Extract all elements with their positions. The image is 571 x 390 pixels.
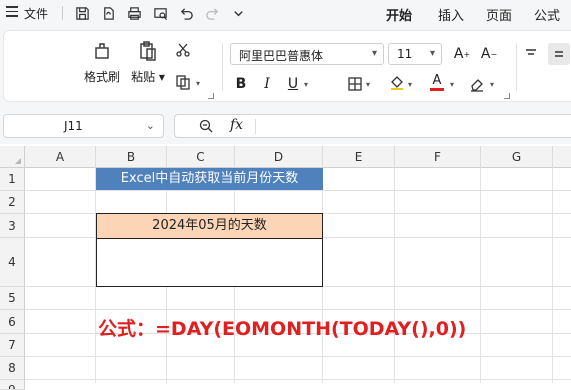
gridline — [552, 168, 553, 383]
chevron-down-icon: ▾ — [429, 48, 435, 59]
print-icon[interactable] — [124, 3, 144, 23]
row-header[interactable]: 5 — [0, 287, 25, 310]
decrease-font-size-icon[interactable]: A − — [478, 43, 500, 65]
cut-icon[interactable] — [172, 39, 194, 61]
export-pdf-icon[interactable] — [98, 3, 118, 23]
clipboard-settings-icon[interactable] — [208, 93, 214, 99]
bold-icon[interactable]: B — [230, 73, 252, 95]
paste-icon — [140, 41, 156, 61]
chevron-down-icon[interactable]: ▾ — [196, 79, 200, 88]
divider — [62, 6, 63, 20]
formula-input[interactable]: fx — [174, 114, 571, 138]
column-header[interactable]: F — [395, 146, 481, 168]
paste-button[interactable]: 粘贴 ▾ — [126, 37, 170, 91]
tab-page[interactable]: 页面 — [486, 5, 512, 24]
font-name-select[interactable]: 阿里巴巴普惠体 ▾ — [230, 43, 384, 65]
menu-bar: 文件 开始 插入 页面 公式 — [0, 0, 571, 28]
chevron-down-icon[interactable]: ⌄ — [146, 119, 155, 132]
column-header[interactable] — [553, 146, 571, 168]
days-result-cell[interactable] — [96, 238, 323, 287]
file-menu[interactable]: 文件 — [24, 5, 48, 22]
row-header[interactable]: 8 — [0, 357, 25, 380]
chevron-down-icon[interactable]: ▾ — [304, 80, 308, 89]
tab-insert[interactable]: 插入 — [438, 5, 464, 24]
borders-icon[interactable] — [344, 73, 366, 95]
row-header[interactable]: 7 — [0, 334, 25, 357]
print-preview-icon[interactable] — [150, 3, 170, 23]
formula-note: 公式：=DAY(EOMONTH(TODAY(),0)) — [98, 318, 467, 340]
select-all-button[interactable] — [0, 146, 25, 168]
column-header[interactable]: G — [481, 146, 553, 168]
chevron-down-icon[interactable]: ▾ — [450, 80, 454, 89]
underline-icon[interactable]: U — [282, 73, 304, 95]
format-painter-button[interactable]: 格式刷 — [80, 37, 124, 91]
days-header-cell[interactable]: 2024年05月的天数 — [96, 213, 323, 239]
zoom-icon[interactable] — [199, 119, 213, 133]
chevron-down-icon[interactable]: ▾ — [408, 80, 412, 89]
title-cell[interactable]: Excel中自动获取当前月份天数 — [96, 168, 323, 190]
formula-bar: J11 ⌄ fx — [0, 108, 571, 144]
column-header[interactable]: D — [235, 146, 323, 168]
cell-reference: J11 — [64, 119, 83, 133]
column-header[interactable]: C — [167, 146, 235, 168]
divider — [255, 119, 256, 134]
increase-font-size-icon[interactable]: A + — [451, 43, 473, 65]
gridline — [25, 309, 571, 310]
gridline — [25, 356, 571, 357]
font-color-icon[interactable]: A — [426, 71, 448, 93]
fx-icon[interactable]: fx — [230, 117, 243, 133]
font-name-value: 阿里巴巴普惠体 — [239, 49, 324, 63]
row-header[interactable]: 2 — [0, 191, 25, 214]
undo-icon[interactable] — [176, 3, 196, 23]
tab-formula[interactable]: 公式 — [534, 5, 560, 24]
name-box[interactable]: J11 ⌄ — [3, 114, 164, 138]
ribbon: 格式刷 粘贴 ▾ ▾ 阿里巴巴普惠体 ▾ 11 ▾ A + A − B I U ▾ — [3, 30, 571, 102]
menu-icon[interactable] — [6, 6, 18, 18]
ribbon-area: 格式刷 粘贴 ▾ ▾ 阿里巴巴普惠体 ▾ 11 ▾ A + A − B I U ▾ — [0, 26, 571, 108]
row-header[interactable]: 6 — [0, 310, 25, 334]
italic-icon[interactable]: I — [256, 73, 278, 95]
gridline — [394, 168, 395, 383]
copy-icon[interactable] — [172, 71, 194, 93]
format-painter-label: 格式刷 — [83, 70, 120, 84]
column-header[interactable]: E — [323, 146, 395, 168]
gridline — [25, 190, 571, 191]
row-header[interactable]: 4 — [0, 238, 25, 287]
align-top-icon[interactable] — [520, 43, 542, 65]
fill-color-icon[interactable] — [386, 71, 408, 93]
format-painter-icon — [95, 43, 109, 59]
divider — [516, 43, 517, 91]
row-header[interactable]: 1 — [0, 168, 25, 191]
gridline — [480, 168, 481, 383]
clear-format-icon[interactable] — [466, 73, 488, 95]
spreadsheet-grid[interactable]: A B C D E F G 1 2 3 4 5 6 7 8 9 Excel中自动… — [0, 146, 571, 390]
row-header[interactable]: 3 — [0, 214, 25, 238]
chevron-down-icon[interactable] — [228, 3, 248, 23]
paste-label: 粘贴 ▾ — [131, 70, 165, 84]
chevron-down-icon[interactable]: ▾ — [490, 80, 494, 89]
row-header[interactable]: 9 — [0, 380, 25, 390]
chevron-down-icon: ▾ — [371, 48, 377, 59]
column-header[interactable]: A — [25, 146, 96, 168]
font-size-value: 11 — [397, 47, 413, 61]
tab-home[interactable]: 开始 — [386, 5, 412, 28]
divider — [222, 43, 223, 91]
redo-icon[interactable] — [202, 3, 222, 23]
chevron-down-icon[interactable]: ▾ — [366, 80, 370, 89]
gridline — [25, 379, 571, 380]
align-middle-icon[interactable] — [548, 43, 570, 65]
column-header[interactable]: B — [96, 146, 167, 168]
font-size-select[interactable]: 11 ▾ — [388, 43, 442, 65]
font-settings-icon[interactable] — [504, 93, 510, 99]
save-icon[interactable] — [72, 3, 92, 23]
